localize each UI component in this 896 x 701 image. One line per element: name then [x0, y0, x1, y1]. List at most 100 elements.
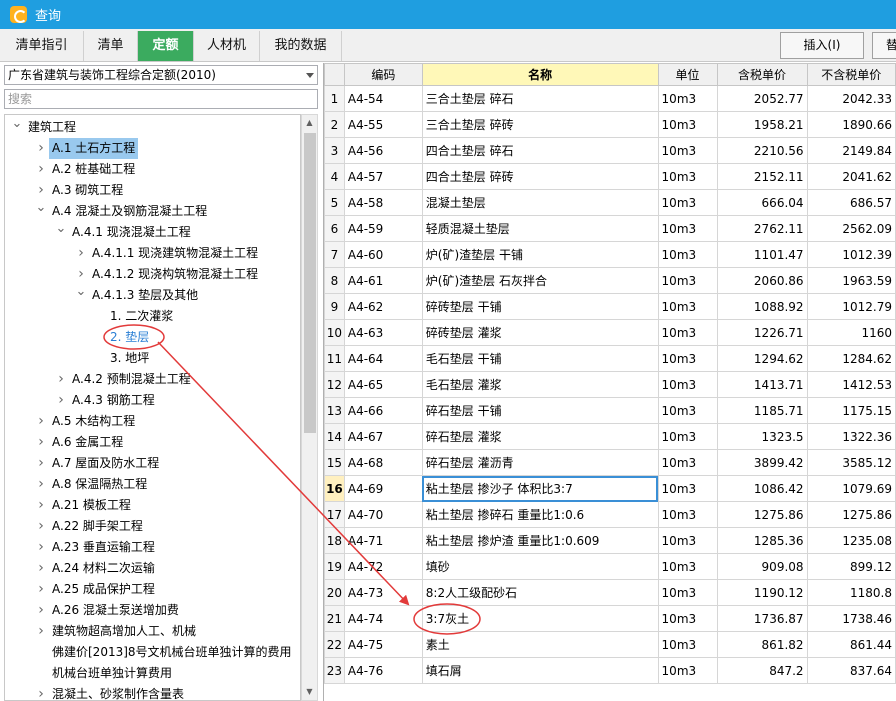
row-number[interactable]: 4	[324, 163, 345, 190]
price-notax-cell[interactable]: 861.44	[806, 631, 896, 658]
table-row[interactable]: 11 A4-64 毛石垫层 干铺 10m3 1294.62 1284.62	[324, 345, 896, 372]
row-number[interactable]: 6	[324, 215, 345, 242]
table-row[interactable]: 21 A4-74 3:7灰土 10m3 1736.87 1738.46	[324, 605, 896, 632]
code-cell[interactable]: A4-57	[343, 163, 423, 190]
tree-node[interactable]: 佛建价[2013]8号文机械台班单独计算的费用	[5, 642, 300, 663]
name-cell[interactable]: 碎石垫层 灌浆	[421, 423, 659, 450]
tree-node[interactable]: › A.4.1.1 现浇建筑物混凝土工程	[5, 243, 300, 264]
unit-cell[interactable]: 10m3	[657, 501, 718, 528]
code-cell[interactable]: A4-72	[343, 553, 423, 580]
row-number[interactable]: 23	[324, 657, 345, 684]
unit-cell[interactable]: 10m3	[657, 657, 718, 684]
price-notax-cell[interactable]: 2562.09	[806, 215, 896, 242]
unit-cell[interactable]: 10m3	[657, 293, 718, 320]
scroll-down-icon[interactable]: ▼	[302, 684, 317, 700]
unit-cell[interactable]: 10m3	[657, 189, 718, 216]
table-row[interactable]: 4 A4-57 四合土垫层 碎砖 10m3 2152.11 2041.62	[324, 163, 896, 190]
price-notax-cell[interactable]: 1322.36	[806, 423, 896, 450]
chevron-right-icon[interactable]: ›	[35, 495, 47, 516]
column-header-name[interactable]: 名称	[421, 63, 659, 86]
name-cell[interactable]: 炉(矿)渣垫层 石灰拌合	[421, 267, 659, 294]
name-cell[interactable]: 填石屑	[421, 657, 659, 684]
row-number[interactable]: 8	[324, 267, 345, 294]
unit-cell[interactable]: 10m3	[657, 631, 718, 658]
name-cell[interactable]: 素土	[421, 631, 659, 658]
code-cell[interactable]: A4-59	[343, 215, 423, 242]
row-number[interactable]: 9	[324, 293, 345, 320]
code-cell[interactable]: A4-67	[343, 423, 423, 450]
tree-node[interactable]: › A.21 模板工程	[5, 495, 300, 516]
code-cell[interactable]: A4-70	[343, 501, 423, 528]
price-tax-cell[interactable]: 2152.11	[716, 163, 808, 190]
row-number[interactable]: 10	[324, 319, 345, 346]
table-row[interactable]: 15 A4-68 碎石垫层 灌沥青 10m3 3899.42 3585.12	[324, 449, 896, 476]
price-notax-cell[interactable]: 2149.84	[806, 137, 896, 164]
table-row[interactable]: 12 A4-65 毛石垫层 灌浆 10m3 1413.71 1412.53	[324, 371, 896, 398]
row-number[interactable]: 12	[324, 371, 345, 398]
tree-node[interactable]: › A.6 金属工程	[5, 432, 300, 453]
row-number[interactable]: 22	[324, 631, 345, 658]
table-row[interactable]: 7 A4-60 炉(矿)渣垫层 干铺 10m3 1101.47 1012.39	[324, 241, 896, 268]
price-tax-cell[interactable]: 1086.42	[716, 475, 808, 502]
unit-cell[interactable]: 10m3	[657, 397, 718, 424]
table-row[interactable]: 2 A4-55 三合土垫层 碎砖 10m3 1958.21 1890.66	[324, 111, 896, 138]
tree-node[interactable]: › A.23 垂直运输工程	[5, 537, 300, 558]
name-cell[interactable]: 粘土垫层 掺碎石 重量比1:0.6	[421, 501, 659, 528]
code-cell[interactable]: A4-71	[343, 527, 423, 554]
row-number[interactable]: 17	[324, 501, 345, 528]
price-tax-cell[interactable]: 847.2	[716, 657, 808, 684]
table-row[interactable]: 5 A4-58 混凝土垫层 10m3 666.04 686.57	[324, 189, 896, 216]
row-number[interactable]: 3	[324, 137, 345, 164]
chevron-down-icon[interactable]: ⌄	[11, 117, 23, 138]
price-notax-cell[interactable]: 1160	[806, 319, 896, 346]
unit-cell[interactable]: 10m3	[657, 475, 718, 502]
tree-node[interactable]: ⌄ A.4.1.3 垫层及其他	[5, 285, 300, 306]
price-tax-cell[interactable]: 1190.12	[716, 579, 808, 606]
tree-node[interactable]: › A.4.1.2 现浇构筑物混凝土工程	[5, 264, 300, 285]
table-row[interactable]: 23 A4-76 填石屑 10m3 847.2 837.64	[324, 657, 896, 684]
tree-node[interactable]: › A.26 混凝土泵送增加费	[5, 600, 300, 621]
chevron-right-icon[interactable]: ›	[55, 369, 67, 390]
unit-cell[interactable]: 10m3	[657, 371, 718, 398]
tree-node[interactable]: › 建筑物超高增加人工、机械	[5, 621, 300, 642]
chevron-right-icon[interactable]: ›	[35, 537, 47, 558]
chevron-right-icon[interactable]: ›	[35, 600, 47, 621]
tree-node[interactable]: › A.5 木结构工程	[5, 411, 300, 432]
table-row[interactable]: 16 A4-69 粘土垫层 掺沙子 体积比3:7 10m3 1086.42 1079.69	[324, 475, 896, 502]
price-notax-cell[interactable]: 1235.08	[806, 527, 896, 554]
name-cell[interactable]: 填砂	[421, 553, 659, 580]
name-cell[interactable]: 三合土垫层 碎砖	[421, 111, 659, 138]
price-tax-cell[interactable]: 1736.87	[716, 605, 808, 632]
price-tax-cell[interactable]: 2060.86	[716, 267, 808, 294]
tree-node[interactable]: › A.7 屋面及防水工程	[5, 453, 300, 474]
name-cell[interactable]: 碎石垫层 干铺	[421, 397, 659, 424]
row-number[interactable]: 5	[324, 189, 345, 216]
price-notax-cell[interactable]: 1012.79	[806, 293, 896, 320]
row-number[interactable]: 16	[324, 475, 345, 502]
column-header-unit[interactable]: 单位	[657, 63, 718, 86]
table-row[interactable]: 20 A4-73 8:2人工级配砂石 10m3 1190.12 1180.8	[324, 579, 896, 606]
unit-cell[interactable]: 10m3	[657, 163, 718, 190]
price-tax-cell[interactable]: 2762.11	[716, 215, 808, 242]
table-row[interactable]: 3 A4-56 四合土垫层 碎石 10m3 2210.56 2149.84	[324, 137, 896, 164]
code-cell[interactable]: A4-61	[343, 267, 423, 294]
code-cell[interactable]: A4-54	[343, 85, 423, 112]
tree-scrollbar[interactable]: ▲ ▼	[301, 114, 318, 701]
name-cell[interactable]: 混凝土垫层	[421, 189, 659, 216]
chevron-down-icon[interactable]: ⌄	[35, 201, 47, 222]
table-row[interactable]: 8 A4-61 炉(矿)渣垫层 石灰拌合 10m3 2060.86 1963.59	[324, 267, 896, 294]
chevron-right-icon[interactable]: ›	[35, 138, 47, 159]
code-cell[interactable]: A4-60	[343, 241, 423, 268]
chevron-right-icon[interactable]: ›	[75, 243, 87, 264]
unit-cell[interactable]: 10m3	[657, 319, 718, 346]
name-cell[interactable]: 四合土垫层 碎石	[421, 137, 659, 164]
name-cell[interactable]: 碎砖垫层 灌浆	[421, 319, 659, 346]
price-notax-cell[interactable]: 3585.12	[806, 449, 896, 476]
tree-node[interactable]: › A.4.2 预制混凝土工程	[5, 369, 300, 390]
code-cell[interactable]: A4-62	[343, 293, 423, 320]
code-cell[interactable]: A4-56	[343, 137, 423, 164]
table-row[interactable]: 17 A4-70 粘土垫层 掺碎石 重量比1:0.6 10m3 1275.86 1275.…	[324, 501, 896, 528]
table-row[interactable]: 19 A4-72 填砂 10m3 909.08 899.12	[324, 553, 896, 580]
price-tax-cell[interactable]: 666.04	[716, 189, 808, 216]
price-notax-cell[interactable]: 1963.59	[806, 267, 896, 294]
